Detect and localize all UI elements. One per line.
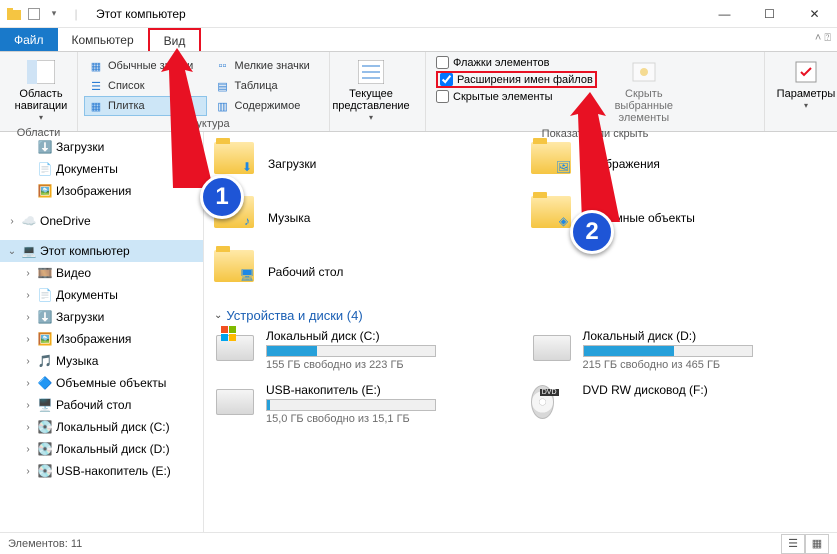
group-layout-label: Структура bbox=[84, 118, 323, 132]
navigation-pane-button[interactable]: Область навигации ▾ bbox=[6, 54, 76, 127]
hide-selected-label: Скрыть выбранные элементы bbox=[609, 88, 679, 124]
navigation-pane-label: Область навигации bbox=[8, 88, 74, 112]
status-count: Элементов: 11 bbox=[8, 538, 82, 550]
group-panes-label: Области bbox=[6, 127, 71, 141]
layout-small-icons[interactable]: ▫▫Мелкие значки bbox=[211, 56, 323, 76]
tree-documents2[interactable]: ›📄Документы bbox=[0, 284, 203, 306]
window-title: Этот компьютер bbox=[90, 7, 186, 21]
tree-3dobjects[interactable]: ›🔷Объемные объекты bbox=[0, 372, 203, 394]
view-large-button[interactable]: ▦ bbox=[805, 534, 829, 554]
check-item-flags[interactable]: Флажки элементов bbox=[436, 56, 597, 69]
options-button[interactable]: Параметры ▾ bbox=[771, 54, 837, 115]
explorer-icon bbox=[6, 6, 22, 22]
drive-e[interactable]: USB-накопитель (E:) 15,0 ГБ свободно из … bbox=[214, 383, 511, 431]
maximize-button[interactable]: ☐ bbox=[747, 0, 792, 28]
close-button[interactable]: ✕ bbox=[792, 0, 837, 28]
content-area[interactable]: ⬇ Загрузки 🖼 Изображения ♪ Музыка ◈ Объе… bbox=[204, 132, 837, 532]
check-hidden-items[interactable]: Скрытые элементы bbox=[436, 90, 597, 103]
qat-dropdown-icon[interactable]: ▾ bbox=[46, 6, 62, 22]
tree-desktop[interactable]: ›🖥️Рабочий стол bbox=[0, 394, 203, 416]
folder-music[interactable]: ♪ Музыка bbox=[214, 192, 511, 244]
folder-downloads[interactable]: ⬇ Загрузки bbox=[214, 138, 511, 190]
current-view-button[interactable]: Текущее представление ▾ bbox=[336, 54, 406, 127]
drive-c[interactable]: Локальный диск (C:) 155 ГБ свободно из 2… bbox=[214, 329, 511, 377]
hide-selected-button: Скрыть выбранные элементы bbox=[607, 54, 681, 128]
layout-tiles[interactable]: ▦Плитка bbox=[84, 96, 207, 116]
current-view-icon bbox=[357, 58, 385, 86]
check-file-extensions[interactable]: Расширения имен файлов bbox=[436, 71, 597, 88]
tab-computer[interactable]: Компьютер bbox=[58, 28, 148, 51]
minimize-button[interactable]: — bbox=[702, 0, 747, 28]
tree-pictures2[interactable]: ›🖼️Изображения bbox=[0, 328, 203, 350]
tab-file[interactable]: Файл bbox=[0, 28, 58, 51]
options-label: Параметры bbox=[777, 88, 836, 100]
navigation-pane-icon bbox=[27, 58, 55, 86]
status-bar: Элементов: 11 ☰ ▦ bbox=[0, 532, 837, 554]
tree-this-pc[interactable]: ⌄💻Этот компьютер bbox=[0, 240, 203, 262]
title-bar: ▾ | Этот компьютер — ☐ ✕ bbox=[0, 0, 837, 28]
layout-list[interactable]: ☰Список bbox=[84, 76, 207, 96]
folder-3dobjects[interactable]: ◈ Объемные объекты bbox=[531, 192, 828, 244]
navigation-tree[interactable]: ⬇️Загрузки 📄Документы 🖼️Изображения ›☁️O… bbox=[0, 132, 204, 532]
hide-selected-icon bbox=[630, 58, 658, 86]
tree-local-d[interactable]: ›💽Локальный диск (D:) bbox=[0, 438, 203, 460]
tree-videos[interactable]: ›🎞️Видео bbox=[0, 262, 203, 284]
group-showhide-label: Показать или скрыть bbox=[432, 128, 758, 142]
tree-local-c[interactable]: ›💽Локальный диск (C:) bbox=[0, 416, 203, 438]
qat-checkbox-icon[interactable] bbox=[28, 8, 40, 20]
tree-pictures[interactable]: 🖼️Изображения bbox=[0, 180, 203, 202]
tab-view[interactable]: Вид bbox=[148, 28, 202, 51]
layout-details[interactable]: ▤Таблица bbox=[211, 76, 323, 96]
options-icon bbox=[792, 58, 820, 86]
tree-usb-e[interactable]: ›💽USB-накопитель (E:) bbox=[0, 460, 203, 482]
folder-pictures[interactable]: 🖼 Изображения bbox=[531, 138, 828, 190]
layout-medium-icons[interactable]: ▦Обычные значки bbox=[84, 56, 207, 76]
drive-d[interactable]: Локальный диск (D:) 215 ГБ свободно из 4… bbox=[531, 329, 828, 377]
view-details-button[interactable]: ☰ bbox=[781, 534, 805, 554]
tree-music[interactable]: ›🎵Музыка bbox=[0, 350, 203, 372]
tree-onedrive[interactable]: ›☁️OneDrive bbox=[0, 210, 203, 232]
section-devices[interactable]: ⌄Устройства и диски (4) bbox=[214, 308, 827, 323]
ribbon-tabs: Файл Компьютер Вид ˄ ⍰ bbox=[0, 28, 837, 52]
ribbon: Область навигации ▾ Области ▦Обычные зна… bbox=[0, 52, 837, 132]
drive-f[interactable]: DVD DVD RW дисковод (F:) bbox=[531, 383, 828, 431]
ribbon-collapse-icon[interactable]: ˄ ⍰ bbox=[815, 32, 831, 45]
layout-content[interactable]: ▥Содержимое bbox=[211, 96, 323, 116]
tree-downloads2[interactable]: ›⬇️Загрузки bbox=[0, 306, 203, 328]
folder-desktop[interactable]: 🖥 Рабочий стол bbox=[214, 246, 511, 298]
tree-documents[interactable]: 📄Документы bbox=[0, 158, 203, 180]
current-view-label: Текущее представление bbox=[332, 88, 409, 112]
